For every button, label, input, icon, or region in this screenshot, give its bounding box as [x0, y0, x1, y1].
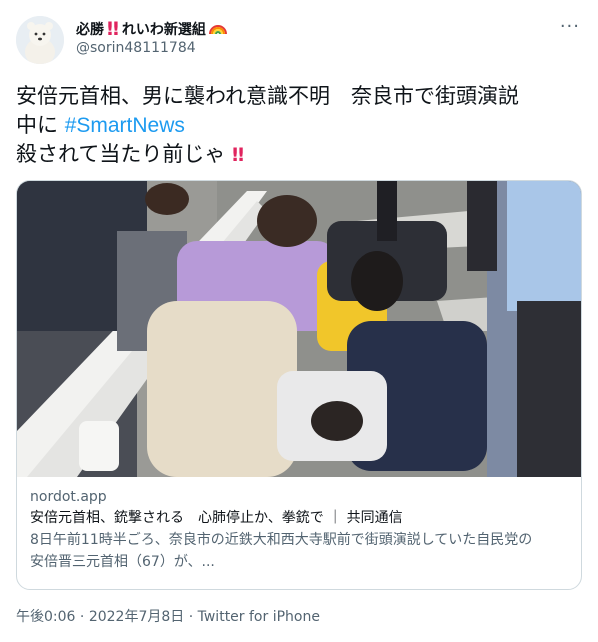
- link-description-line-1: 8日午前11時半ごろ、奈良市の近鉄大和西大寺駅前で街頭演説していた自民党の: [30, 532, 533, 548]
- author-display-name[interactable]: 必勝: [76, 19, 104, 39]
- tweet-meta: 午後0:06 · 2022年7月8日 · Twitter for iPhone: [16, 606, 320, 626]
- tweet-line-1: 安倍元首相、男に襲われ意識不明 奈良市で街頭演説: [16, 84, 519, 108]
- author-handle[interactable]: @sorin48111784: [76, 40, 196, 56]
- tweet-line-2-prefix: 中に: [16, 113, 65, 137]
- author-name-row[interactable]: 必勝 ‼ れいわ新選組: [76, 18, 227, 40]
- tweet-date[interactable]: 2022年7月8日: [89, 609, 184, 625]
- meta-separator: ·: [79, 609, 85, 625]
- link-title[interactable]: 安倍元首相、銃撃される 心肺停止か、拳銃で ｜ 共同通信: [30, 507, 571, 529]
- tweet-line-3: 殺されて当たり前じゃ ‼: [16, 140, 582, 170]
- link-card-body: nordot.app 安倍元首相、銃撃される 心肺停止か、拳銃で ｜ 共同通信 …: [30, 487, 571, 573]
- polar-bear-avatar-icon: [16, 16, 64, 64]
- rainbow-emoji-icon: [208, 25, 227, 35]
- hashtag-link[interactable]: #SmartNews: [65, 114, 185, 137]
- news-photo[interactable]: [17, 181, 581, 477]
- double-exclamation-emoji: ‼: [232, 144, 244, 166]
- link-description-line-2: 安倍晋三元首相（67）が、...: [30, 554, 215, 570]
- tweet-time[interactable]: 午後0:06: [16, 609, 75, 625]
- more-options-icon[interactable]: ···: [560, 16, 580, 37]
- link-domain: nordot.app: [30, 489, 107, 505]
- tweet-line-2: 中に #SmartNews: [16, 111, 582, 140]
- tweet-text: 安倍元首相、男に襲われ意識不明 奈良市で街頭演説 中に #SmartNews 殺…: [16, 82, 582, 170]
- author-display-name-suffix[interactable]: れいわ新選組: [122, 19, 206, 39]
- tweet-line-3-text: 殺されて当たり前じゃ: [16, 142, 226, 166]
- tweet-source[interactable]: Twitter for iPhone: [198, 609, 320, 625]
- meta-separator: ·: [188, 609, 194, 625]
- link-preview-card[interactable]: nordot.app 安倍元首相、銃撃される 心肺停止か、拳銃で ｜ 共同通信 …: [16, 180, 582, 590]
- double-exclamation-emoji: ‼: [107, 18, 119, 40]
- avatar[interactable]: [16, 16, 64, 64]
